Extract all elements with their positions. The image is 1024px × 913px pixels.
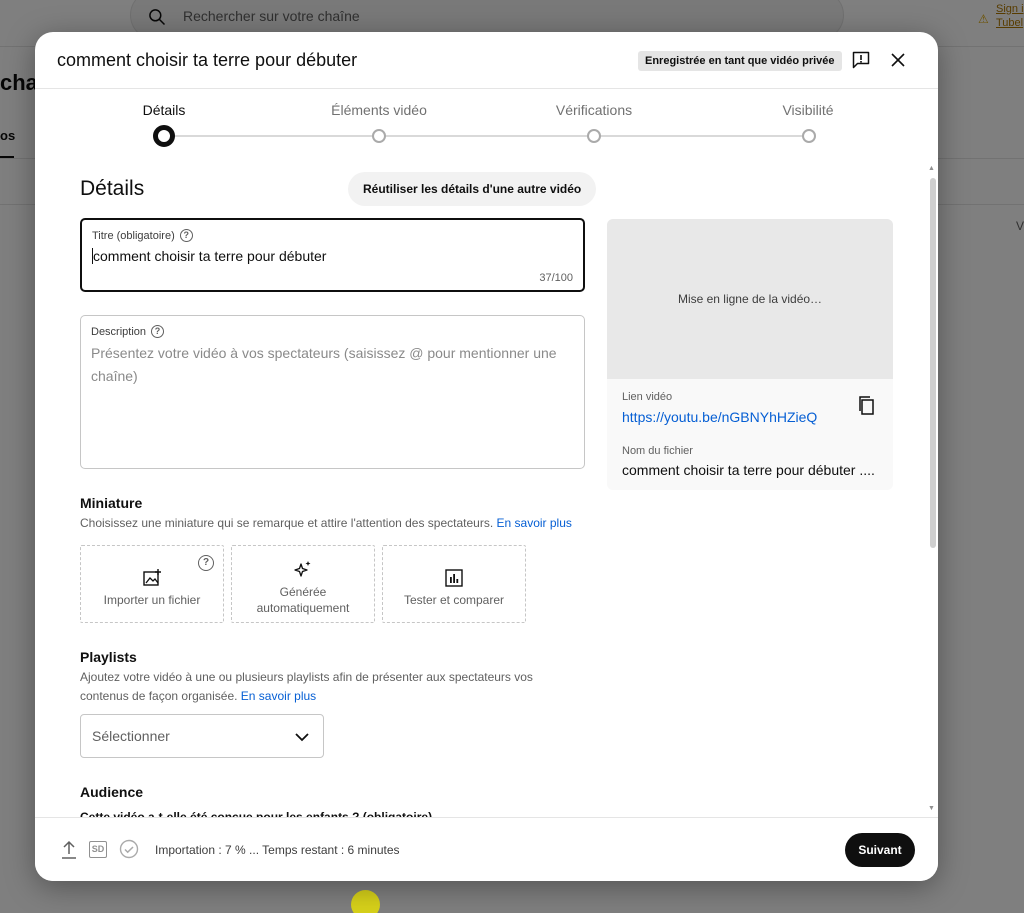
step-visibility-dot[interactable] bbox=[802, 129, 816, 143]
test-compare-thumbnail-button[interactable]: Tester et comparer bbox=[382, 545, 526, 623]
title-label: Titre (obligatoire) ? bbox=[92, 229, 193, 242]
help-icon[interactable]: ? bbox=[179, 229, 193, 242]
sd-quality-icon: SD bbox=[89, 841, 107, 858]
step-visibility[interactable]: Visibilité bbox=[738, 102, 878, 118]
upload-dialog: comment choisir ta terre pour débuter En… bbox=[35, 32, 938, 881]
next-button[interactable]: Suivant bbox=[845, 833, 915, 867]
stepper-track bbox=[165, 135, 809, 137]
description-label: Description ? bbox=[91, 325, 165, 338]
title-char-counter: 37/100 bbox=[539, 272, 573, 284]
cursor-highlight bbox=[351, 890, 380, 913]
bar-chart-icon bbox=[445, 569, 463, 587]
upload-icon bbox=[62, 840, 76, 859]
description-input[interactable]: Présentez votre vidéo à vos spectateurs … bbox=[91, 342, 571, 388]
playlists-learn-more-link[interactable]: En savoir plus bbox=[241, 689, 316, 703]
auto-generated-thumbnail-label: Générée automatiquement bbox=[256, 585, 350, 615]
close-button[interactable] bbox=[884, 46, 912, 74]
playlist-select[interactable]: Sélectionner bbox=[80, 714, 324, 758]
video-link[interactable]: https://youtu.be/nGBNYhHZieQ bbox=[622, 409, 817, 425]
step-details-dot[interactable] bbox=[153, 125, 175, 147]
step-checks[interactable]: Vérifications bbox=[524, 102, 664, 118]
file-name-label: Nom du fichier bbox=[622, 445, 693, 457]
description-field[interactable]: Description ? Présentez votre vidéo à vo… bbox=[80, 315, 585, 469]
help-icon[interactable]: ? bbox=[151, 325, 165, 338]
step-video-elements-dot[interactable] bbox=[372, 129, 386, 143]
playlists-heading: Playlists bbox=[80, 649, 137, 665]
copy-icon[interactable] bbox=[857, 395, 877, 417]
reuse-details-button[interactable]: Réutiliser les détails d'une autre vidéo bbox=[348, 172, 597, 206]
video-preview-thumbnail: Mise en ligne de la vidéo… bbox=[607, 219, 893, 379]
thumbnail-description: Choisissez une miniature qui se remarque… bbox=[80, 516, 572, 530]
video-preview-card: Mise en ligne de la vidéo… Lien vidéo ht… bbox=[607, 219, 893, 490]
feedback-button[interactable] bbox=[847, 46, 875, 74]
dialog-footer: SD Importation : 7 % ... Temps restant :… bbox=[35, 817, 938, 881]
test-compare-thumbnail-label: Tester et comparer bbox=[403, 593, 505, 607]
chevron-down-icon bbox=[295, 733, 309, 742]
feedback-icon bbox=[852, 51, 870, 69]
upload-progress-status: Importation : 7 % ... Temps restant : 6 … bbox=[155, 843, 400, 857]
upload-thumbnail-button[interactable]: ? Importer un fichier bbox=[80, 545, 224, 623]
saved-private-badge: Enregistrée en tant que vidéo privée bbox=[638, 51, 842, 71]
auto-generated-thumbnail-button[interactable]: Générée automatiquement bbox=[231, 545, 375, 623]
step-checks-dot[interactable] bbox=[587, 129, 601, 143]
title-field[interactable]: Titre (obligatoire) ? comment choisir ta… bbox=[80, 218, 585, 292]
thumbnail-heading: Miniature bbox=[80, 495, 143, 511]
dialog-title: comment choisir ta terre pour débuter bbox=[57, 50, 358, 70]
step-details[interactable]: Détails bbox=[94, 102, 234, 118]
video-link-label: Lien vidéo bbox=[622, 391, 673, 403]
scrollbar-thumb[interactable] bbox=[930, 178, 936, 548]
step-video-elements[interactable]: Éléments vidéo bbox=[309, 102, 449, 118]
dialog-header: comment choisir ta terre pour débuter En… bbox=[35, 32, 938, 89]
title-input[interactable]: comment choisir ta terre pour débuter bbox=[92, 248, 326, 264]
check-circle-icon bbox=[119, 839, 139, 859]
audience-heading: Audience bbox=[80, 784, 144, 800]
scroll-down-arrow[interactable]: ▼ bbox=[928, 805, 935, 812]
thumbnail-learn-more-link[interactable]: En savoir plus bbox=[497, 516, 572, 530]
sparkle-icon bbox=[294, 561, 311, 577]
upload-thumbnail-label: Importer un fichier bbox=[103, 593, 201, 607]
upload-stepper: Détails Éléments vidéo Vérifications Vis… bbox=[35, 90, 938, 150]
scroll-up-arrow[interactable]: ▲ bbox=[928, 165, 935, 172]
playlist-select-value: Sélectionner bbox=[92, 728, 170, 744]
details-heading: Détails bbox=[80, 177, 145, 200]
image-upload-icon bbox=[143, 569, 161, 586]
file-name-value: comment choisir ta terre pour débuter ..… bbox=[622, 462, 875, 478]
close-icon bbox=[891, 53, 905, 67]
playlists-description: Ajoutez votre vidéo à une ou plusieurs p… bbox=[80, 670, 533, 703]
upload-status-text: Mise en ligne de la vidéo… bbox=[677, 292, 823, 306]
